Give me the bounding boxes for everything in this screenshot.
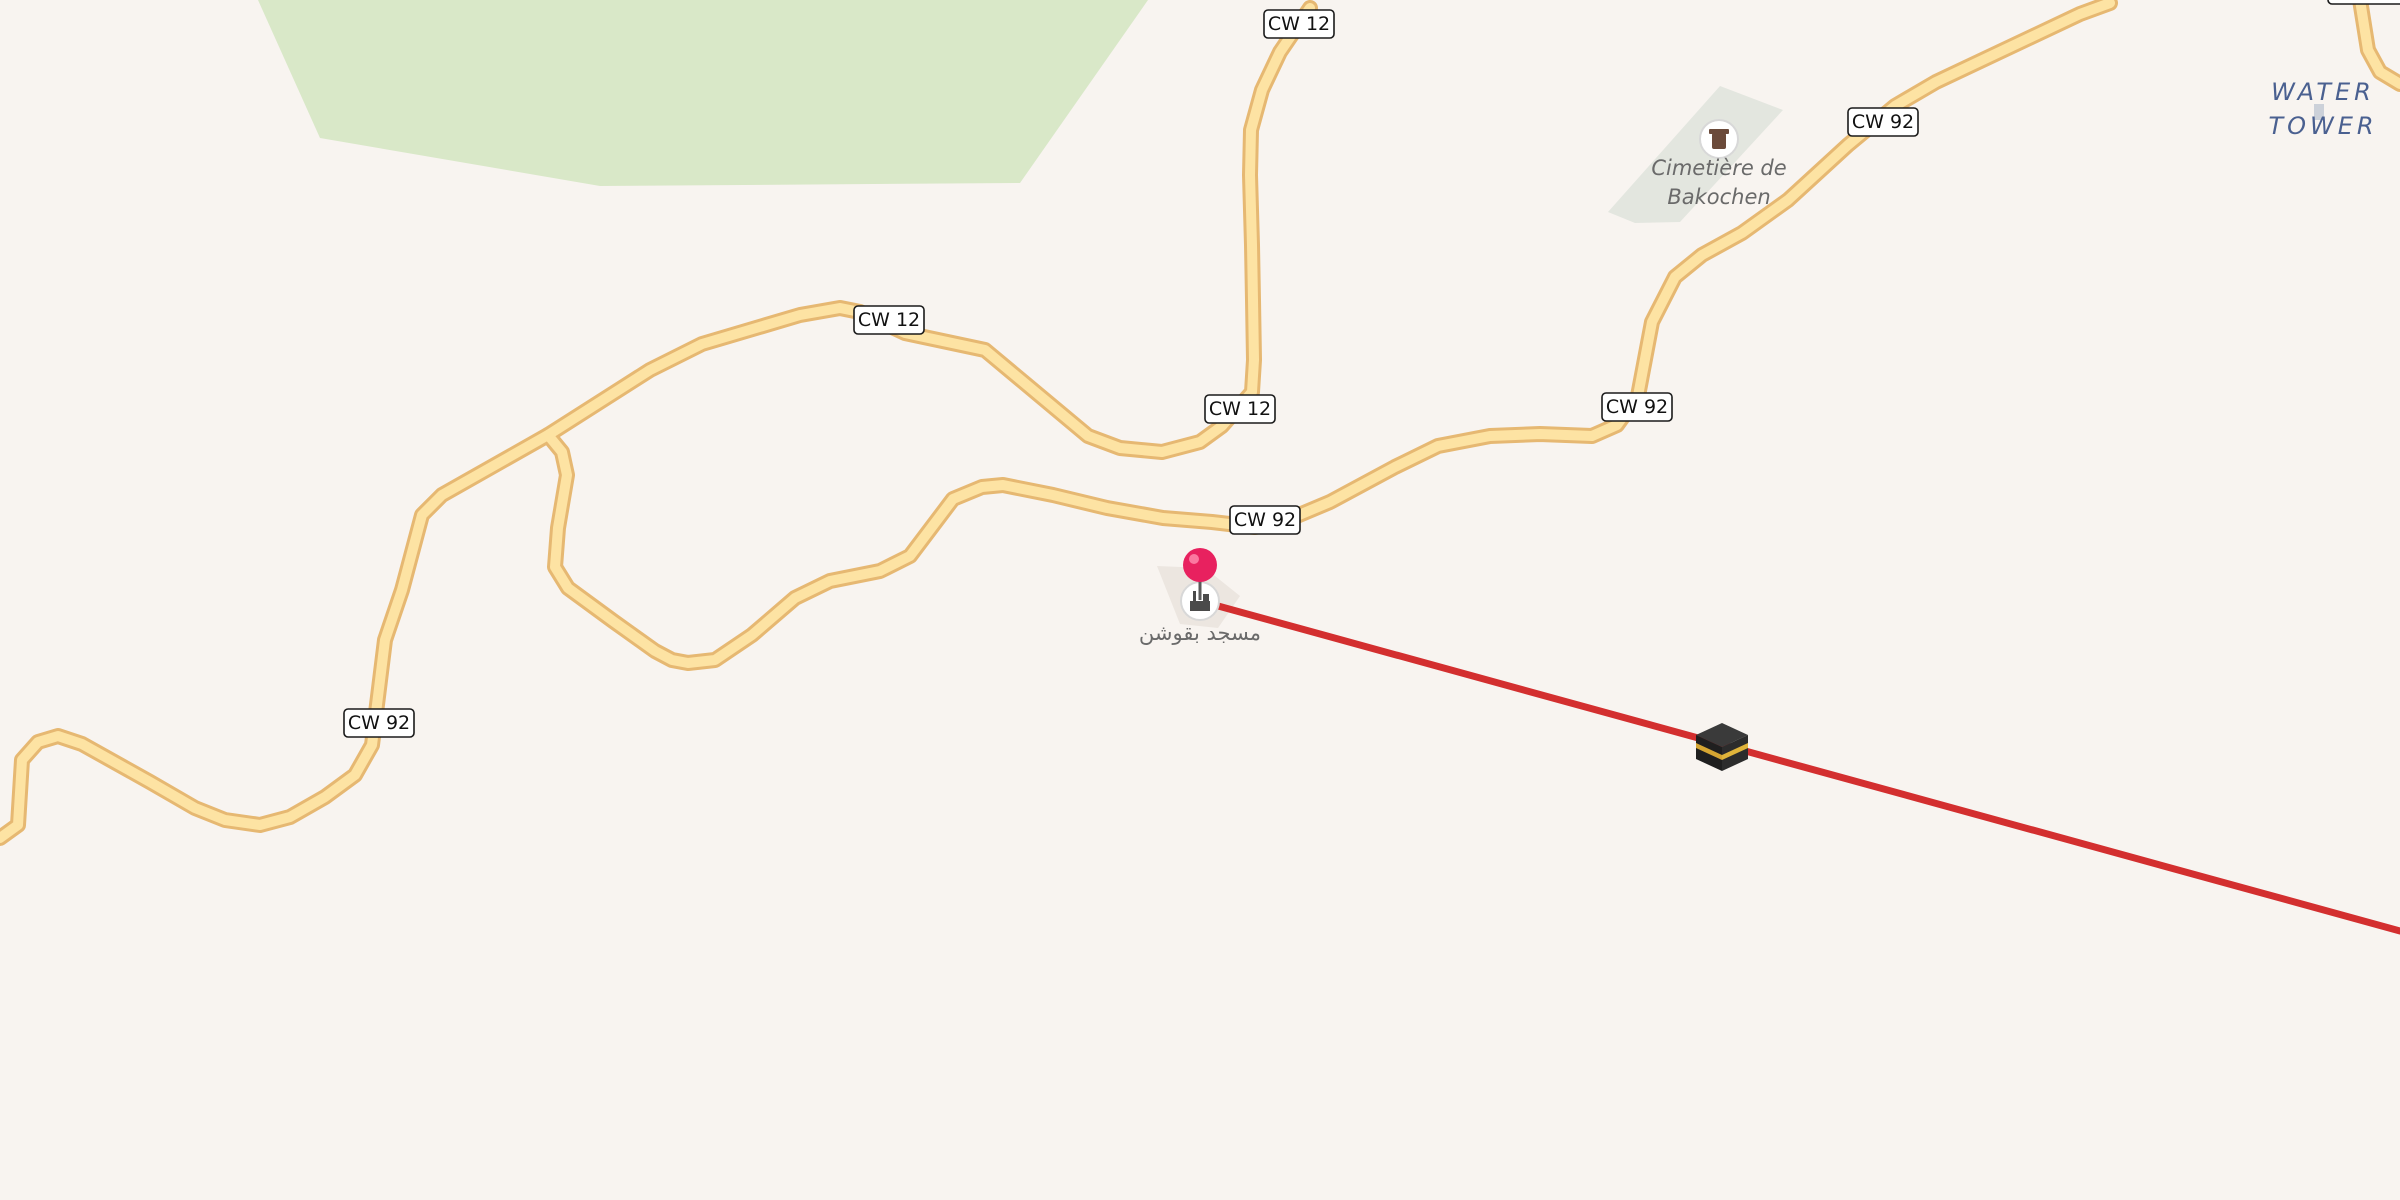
road-shield-partial [2327,0,2400,5]
water-tower-label-line1: WATER [2271,78,2375,106]
cemetery-label-line2: Bakochen [1667,185,1770,209]
cemetery-label-line1: Cimetière de [1651,156,1786,180]
road-shield: CW 12 [853,305,925,335]
mosque-label: مسجد بقوشن [1139,621,1261,645]
water-tower-label-line2: TOWER [2268,112,2377,140]
road-shield-label: CW 92 [348,712,410,734]
map-canvas[interactable]: CW 12 CW 12 CW 12 CW 92 CW 92 CW 92 CW 9… [0,0,2400,1200]
road-shield: CW 92 [1601,392,1673,422]
road-shield: CW 12 [1204,394,1276,424]
cemetery-icon-glyph [1709,129,1729,149]
road-shield: CW 12 [1263,9,1335,39]
road-shield-label: CW 12 [1209,398,1271,420]
road-shield: CW 92 [343,708,415,738]
road-shield-label: CW 92 [1606,396,1668,418]
road-shield-label: CW 12 [1268,13,1330,35]
road-shield: CW 92 [1847,107,1919,137]
road-shield: CW 92 [1229,505,1301,535]
road-shield-label: CW 92 [1234,509,1296,531]
road-shield-label: CW 12 [858,309,920,331]
road-shield-label: CW 92 [1852,111,1914,133]
